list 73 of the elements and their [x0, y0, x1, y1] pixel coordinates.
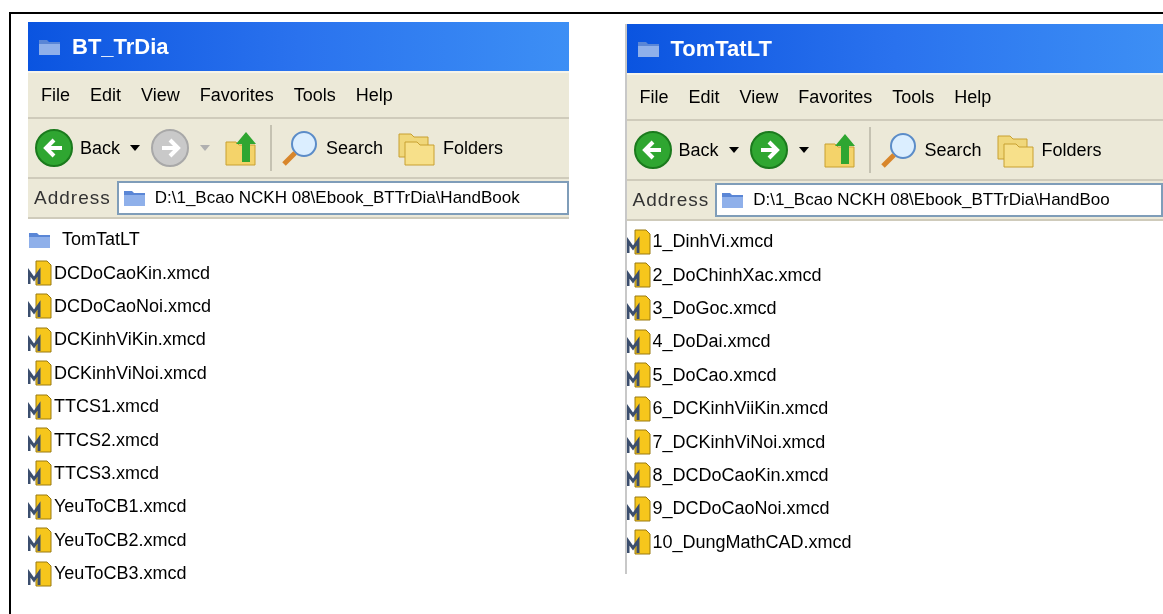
file-name[interactable]: TTCS2.xmcd: [54, 426, 159, 454]
caret-icon[interactable]: [798, 147, 809, 153]
mathcad-file-icon: [626, 529, 651, 556]
mathcad-file-icon: [28, 460, 52, 487]
file-name[interactable]: 4_DoDai.xmcd: [652, 328, 771, 356]
menu-item[interactable]: File: [632, 83, 676, 111]
forward-button[interactable]: [748, 130, 789, 170]
mathcad-file-icon: [28, 293, 52, 320]
menu-item[interactable]: Tools: [286, 81, 343, 109]
mathcad-file-icon: [626, 462, 651, 489]
back-button[interactable]: Back: [34, 128, 121, 168]
menu-item[interactable]: Edit: [681, 83, 727, 111]
mathcad-file-icon: [28, 260, 52, 287]
mathcad-file-icon: [28, 393, 52, 420]
menu-item[interactable]: Favorites: [192, 81, 281, 109]
menu-item[interactable]: Help: [947, 83, 999, 111]
mathcad-file-icon: [28, 560, 52, 587]
file-name[interactable]: DCDoCaoKin.xmcd: [54, 259, 211, 287]
file-name[interactable]: 2_DoChinhXac.xmcd: [652, 261, 822, 289]
address-text: D:\1_Bcao NCKH 08\Ebook_BTTrDia\HandBook: [154, 187, 520, 210]
file-name[interactable]: 5_DoCao.xmcd: [652, 361, 777, 389]
mathcad-file-icon: [626, 262, 651, 289]
file-name[interactable]: TTCS1.xmcd: [54, 393, 159, 421]
mathcad-file-icon: [28, 527, 52, 554]
file-name[interactable]: YeuToCB2.xmcd: [54, 526, 187, 554]
mathcad-file-icon: [626, 429, 651, 456]
folders-button[interactable]: Folders: [995, 130, 1102, 170]
mathcad-file-icon: [28, 326, 52, 353]
address-label: Address: [632, 187, 710, 212]
mathcad-file-icon: [626, 395, 651, 422]
file-name[interactable]: DCKinhViKin.xmcd: [54, 326, 206, 354]
folder-icon: [122, 188, 147, 208]
file-name[interactable]: 10_DungMathCAD.xmcd: [652, 528, 852, 556]
caret-icon[interactable]: [728, 147, 739, 153]
file-name[interactable]: 1_DinhVi.xmcd: [652, 228, 774, 256]
address-label: Address: [34, 185, 111, 210]
address-field[interactable]: D:\1_Bcao NCKH 08\Ebook_BTTrDia\HandBook: [116, 181, 569, 215]
file-name[interactable]: DCDoCaoNoi.xmcd: [54, 292, 212, 320]
file-name[interactable]: DCKinhViNoi.xmcd: [54, 359, 207, 387]
menu-item[interactable]: View: [732, 83, 786, 111]
mathcad-file-icon: [28, 360, 52, 387]
window-title: BT_TrDia: [72, 33, 169, 61]
search-button[interactable]: Search: [878, 130, 982, 170]
window-title: TomTatLT: [670, 35, 772, 63]
mathcad-file-icon: [28, 427, 52, 454]
address-field[interactable]: D:\1_Bcao NCKH 08\Ebook_BTTrDia\HandBoo: [715, 183, 1163, 217]
menu-item[interactable]: Tools: [885, 83, 942, 111]
menu-item[interactable]: Help: [348, 81, 400, 109]
folders-button[interactable]: Folders: [397, 128, 504, 168]
file-name[interactable]: TomTatLT: [62, 226, 140, 254]
menu-item[interactable]: Favorites: [791, 83, 880, 111]
mathcad-file-icon: [626, 495, 651, 522]
mathcad-file-icon: [626, 362, 651, 389]
mathcad-file-icon: [626, 295, 651, 322]
menu-item[interactable]: View: [134, 81, 187, 109]
file-name[interactable]: YeuToCB1.xmcd: [54, 493, 187, 521]
file-name[interactable]: YeuToCB3.xmcd: [54, 560, 187, 588]
menu-item[interactable]: Edit: [83, 81, 129, 109]
file-name[interactable]: 9_DCDoCaoNoi.xmcd: [652, 495, 830, 523]
file-name[interactable]: 6_DCKinhViiKin.xmcd: [652, 395, 829, 423]
mathcad-file-icon: [28, 493, 52, 520]
file-name[interactable]: 3_DoGoc.xmcd: [652, 294, 777, 322]
mathcad-file-icon: [626, 328, 651, 355]
file-name[interactable]: 7_DCKinhViNoi.xmcd: [652, 428, 826, 456]
mathcad-file-icon: [626, 228, 651, 255]
caret-icon[interactable]: [130, 145, 141, 151]
menu-item[interactable]: File: [34, 81, 77, 109]
address-text: D:\1_Bcao NCKH 08\Ebook_BTTrDia\HandBoo: [753, 189, 1110, 212]
search-button[interactable]: Search: [280, 128, 384, 168]
folder-icon: [721, 190, 746, 210]
file-name[interactable]: TTCS3.xmcd: [54, 459, 159, 487]
file-name[interactable]: 8_DCDoCaoKin.xmcd: [652, 461, 829, 489]
back-button[interactable]: Back: [632, 130, 719, 170]
